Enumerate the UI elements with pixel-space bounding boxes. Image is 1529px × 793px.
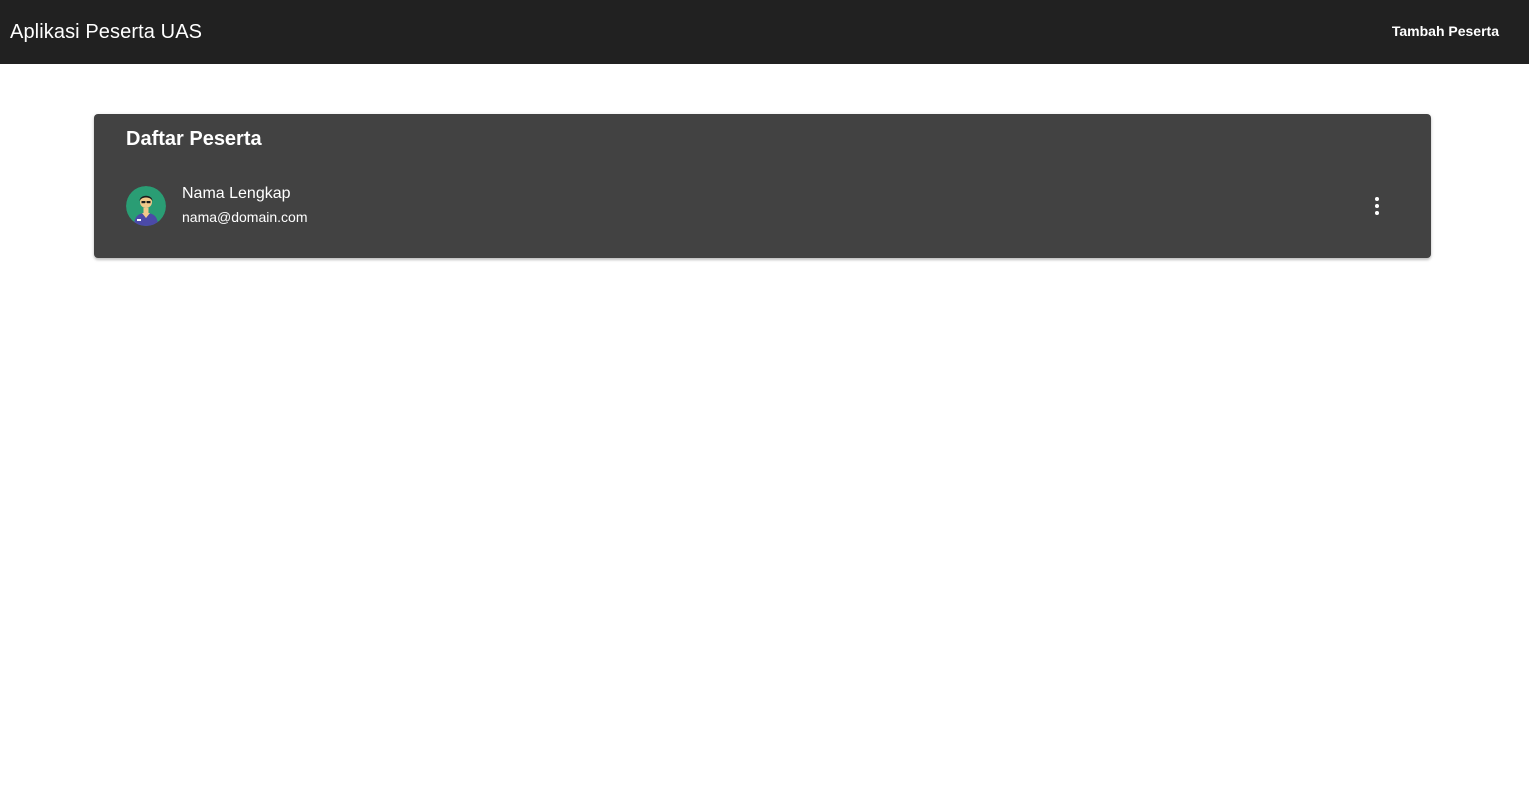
user-avatar-icon (126, 186, 166, 226)
add-participant-button[interactable]: Tambah Peserta (1380, 15, 1511, 47)
more-vertical-icon[interactable] (1359, 188, 1395, 224)
app-title: Aplikasi Peserta UAS (10, 20, 203, 43)
card-title: Daftar Peserta (126, 128, 262, 150)
participant-name: Nama Lengkap (182, 185, 291, 202)
list-item[interactable]: Nama Lengkap nama@domain.com (94, 178, 1431, 234)
app-bar: Aplikasi Peserta UAS Tambah Peserta (0, 0, 1529, 64)
list-item-text: Nama Lengkap nama@domain.com (182, 184, 308, 226)
participant-email: nama@domain.com (182, 209, 308, 225)
participant-list-card: Daftar Peserta Nama Lengkap nama@domain.… (94, 114, 1431, 258)
